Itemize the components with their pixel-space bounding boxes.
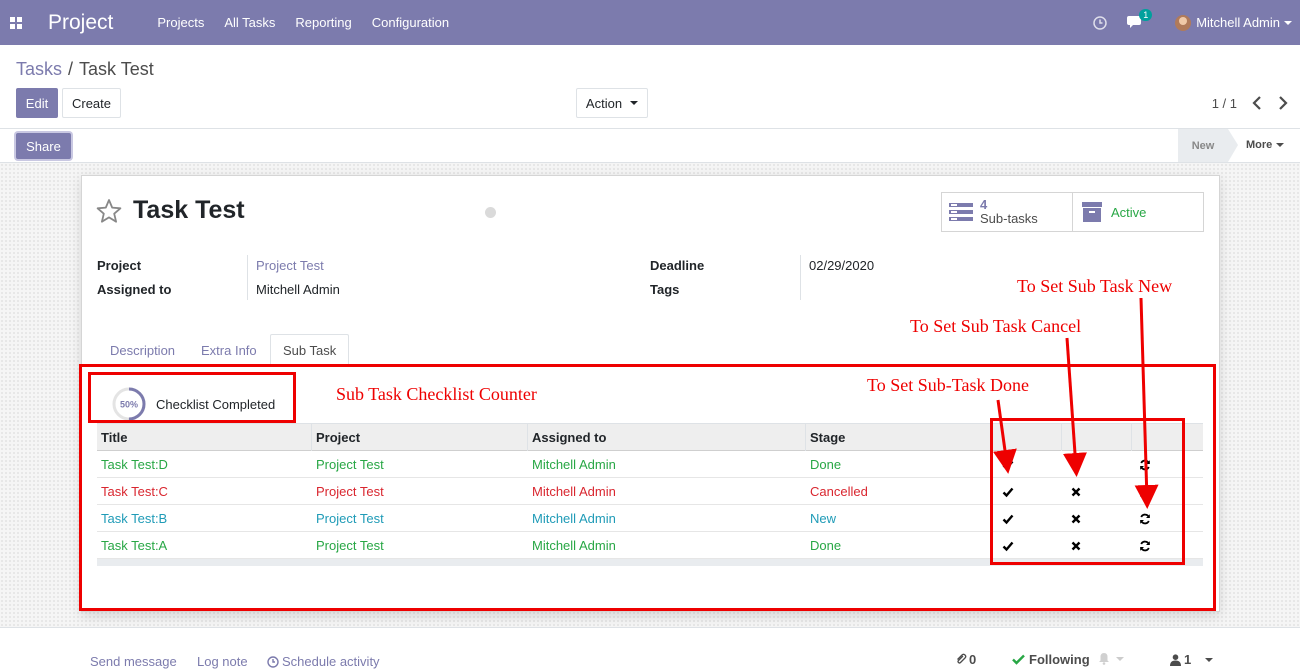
subtasks-text: 4 Sub-tasks	[980, 198, 1038, 226]
stage-new-button[interactable]: New	[1178, 129, 1228, 162]
counter-highlight	[88, 372, 296, 423]
chevron-down-icon	[1284, 20, 1292, 25]
archive-icon	[1082, 202, 1102, 222]
app-title[interactable]: Project	[48, 11, 113, 35]
chevron-down-icon	[1276, 143, 1285, 147]
schedule-activity-label: Schedule activity	[282, 654, 380, 669]
stage-more-dropdown[interactable]: More	[1246, 139, 1285, 151]
bell-icon	[1099, 653, 1109, 665]
annotation-done: To Set Sub-Task Done	[867, 375, 1029, 395]
chevron-left-icon[interactable]	[1250, 95, 1264, 111]
tasks-icon	[949, 203, 973, 221]
project-label: Project	[97, 258, 142, 273]
user-menu[interactable]: Mitchell Admin	[1196, 15, 1280, 30]
avatar[interactable]	[1175, 14, 1192, 31]
tab-extra-info[interactable]: Extra Info	[189, 334, 269, 367]
share-button[interactable]: Share	[16, 133, 71, 159]
clock-icon[interactable]	[1093, 15, 1107, 30]
deadline-label: Deadline	[650, 258, 705, 273]
action-dropdown[interactable]: Action	[576, 88, 648, 118]
breadcrumb-tasks[interactable]: Tasks	[16, 59, 62, 80]
notification-settings[interactable]	[1098, 652, 1124, 665]
main-menu: Projects All Tasks Reporting Configurati…	[147, 15, 459, 30]
pager-value[interactable]: 1 / 1	[1212, 96, 1237, 111]
project-field[interactable]: Project Test	[256, 258, 324, 273]
followers-count: 1	[1184, 652, 1192, 667]
stage-arrow	[1228, 129, 1238, 162]
chevron-down-icon	[630, 101, 639, 105]
followers-button[interactable]: 1	[1170, 652, 1214, 667]
send-message-button[interactable]: Send message	[90, 654, 177, 669]
annotation-counter: Sub Task Checklist Counter	[336, 384, 537, 404]
assigned-to-label: Assigned to	[97, 282, 172, 297]
check-icon	[1012, 654, 1025, 665]
chevron-down-icon	[1116, 656, 1124, 661]
action-buttons-highlight	[990, 418, 1185, 565]
menu-all-tasks[interactable]: All Tasks	[214, 15, 285, 30]
messaging-menu[interactable]: 1	[1127, 8, 1153, 31]
breadcrumb-separator: /	[68, 59, 74, 79]
deadline-field[interactable]: 02/29/2020	[809, 258, 874, 273]
chevron-down-icon	[1205, 657, 1214, 662]
apps-menu-icon[interactable]	[0, 0, 32, 45]
task-title: Task Test	[133, 196, 245, 224]
subtasks-count: 4	[980, 197, 988, 212]
chatter-bar: Send message Log note Schedule activity …	[0, 627, 1300, 669]
tab-description[interactable]: Description	[98, 334, 187, 367]
tab-sub-task[interactable]: Sub Task	[270, 334, 350, 367]
form-tabs: Description Extra Info Sub Task	[97, 334, 1205, 367]
attachments-button[interactable]: 0	[955, 652, 976, 667]
active-label: Active	[1111, 204, 1147, 220]
following-label: Following	[1029, 652, 1090, 667]
follow-button[interactable]: Following	[1012, 652, 1090, 667]
field-separator	[247, 255, 248, 300]
subtasks-label: Sub-tasks	[980, 211, 1038, 226]
tags-label: Tags	[650, 282, 680, 297]
action-label: Action	[585, 95, 623, 111]
breadcrumb-current: Task Test	[79, 59, 154, 79]
subtasks-smart-button[interactable]: 4 Sub-tasks	[941, 192, 1073, 232]
paperclip-icon	[957, 653, 967, 664]
annotation-cancel: To Set Sub Task Cancel	[910, 316, 1082, 336]
chat-count-badge: 1	[1139, 8, 1153, 21]
attachments-count: 0	[969, 652, 977, 667]
navbar-systray: 1 Mitchell Admin	[1093, 0, 1300, 45]
chevron-right-icon[interactable]	[1276, 95, 1290, 111]
status-bar: Share New More	[0, 128, 1300, 163]
kanban-state-indicator[interactable]	[485, 207, 496, 218]
user-icon	[1170, 653, 1181, 666]
menu-reporting[interactable]: Reporting	[285, 15, 361, 30]
more-label: More	[1246, 139, 1273, 151]
edit-button[interactable]: Edit	[16, 88, 58, 118]
annotation-new: To Set Sub Task New	[1017, 276, 1173, 296]
top-navbar: Project Projects All Tasks Reporting Con…	[0, 0, 1300, 45]
clock-icon	[267, 655, 279, 668]
log-note-button[interactable]: Log note	[197, 654, 248, 669]
menu-projects[interactable]: Projects	[147, 15, 214, 30]
menu-configuration[interactable]: Configuration	[362, 15, 459, 30]
field-separator	[800, 255, 801, 300]
assigned-to-field[interactable]: Mitchell Admin	[256, 282, 340, 297]
schedule-activity-button[interactable]: Schedule activity	[267, 654, 380, 669]
breadcrumb: Tasks / Task Test	[16, 59, 154, 80]
active-toggle-button[interactable]: Active	[1072, 192, 1204, 232]
star-icon[interactable]	[96, 198, 122, 224]
create-button[interactable]: Create	[62, 88, 121, 118]
